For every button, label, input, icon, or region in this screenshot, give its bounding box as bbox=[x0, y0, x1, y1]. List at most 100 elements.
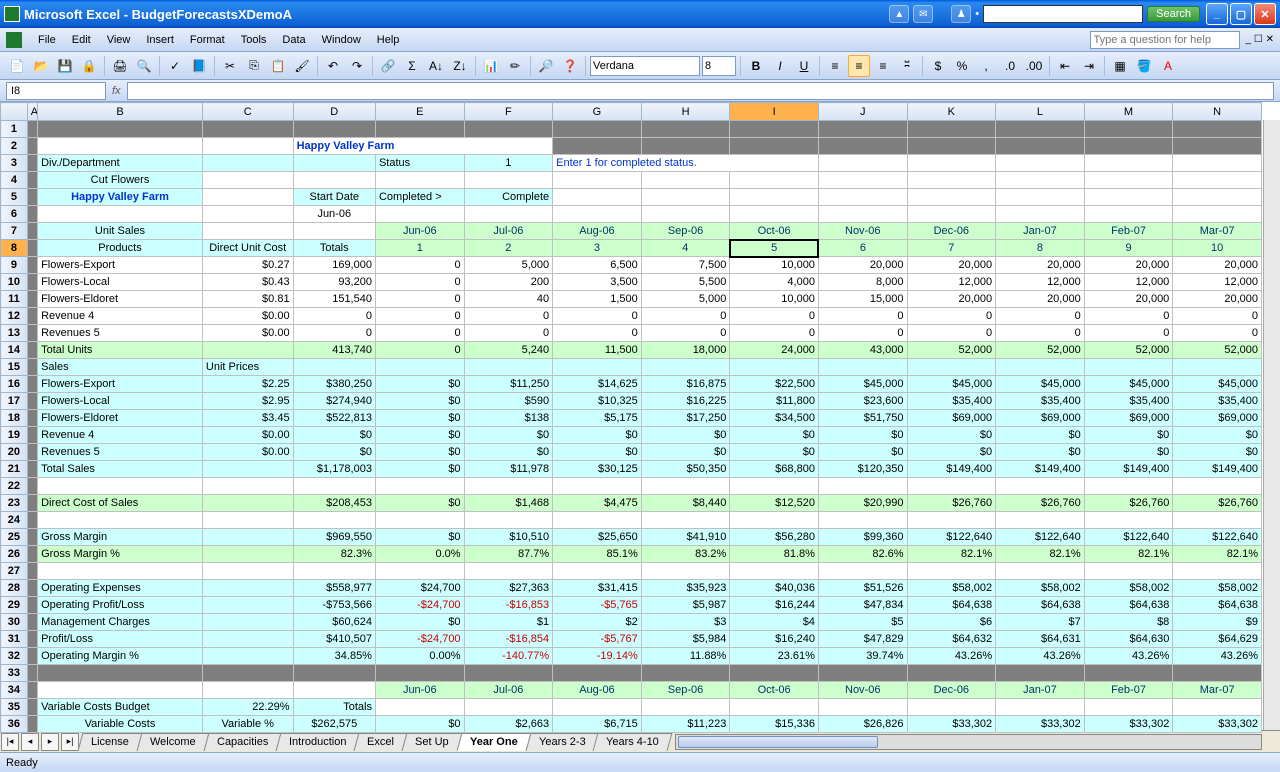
cell[interactable] bbox=[1173, 563, 1262, 580]
cell[interactable]: Variable Costs Budget bbox=[38, 699, 203, 716]
cell[interactable]: $8 bbox=[1084, 614, 1173, 631]
autosum-icon[interactable]: Σ bbox=[401, 55, 423, 77]
cell[interactable]: $26,826 bbox=[818, 716, 907, 733]
cell[interactable]: 2 bbox=[464, 240, 553, 257]
cell[interactable] bbox=[996, 121, 1085, 138]
cell[interactable] bbox=[375, 478, 464, 495]
cell[interactable] bbox=[27, 376, 37, 393]
cell[interactable]: 93,200 bbox=[293, 274, 375, 291]
cell[interactable]: Nov-06 bbox=[818, 682, 907, 699]
row-header[interactable]: 35 bbox=[1, 699, 28, 716]
cell[interactable]: $24,700 bbox=[375, 580, 464, 597]
cell[interactable]: Revenue 4 bbox=[38, 427, 203, 444]
cell[interactable]: $2.95 bbox=[202, 393, 293, 410]
cell[interactable]: $30,125 bbox=[553, 461, 642, 478]
cell[interactable]: 20,000 bbox=[1173, 257, 1262, 274]
cell[interactable] bbox=[27, 512, 37, 529]
cell[interactable]: $35,400 bbox=[907, 393, 996, 410]
sort-asc-icon[interactable]: A↓ bbox=[425, 55, 447, 77]
cell[interactable] bbox=[27, 478, 37, 495]
cell[interactable] bbox=[27, 206, 37, 223]
cell[interactable] bbox=[818, 563, 907, 580]
cell[interactable] bbox=[202, 342, 293, 359]
cell[interactable]: Nov-06 bbox=[818, 223, 907, 240]
header-cell[interactable]: I bbox=[730, 103, 819, 121]
font-size-combo[interactable] bbox=[702, 56, 736, 76]
cell[interactable] bbox=[202, 580, 293, 597]
cell[interactable]: 0 bbox=[996, 325, 1085, 342]
cell[interactable]: Flowers-Local bbox=[38, 393, 203, 410]
cell[interactable]: 6,500 bbox=[553, 257, 642, 274]
cell[interactable]: Products bbox=[38, 240, 203, 257]
cell[interactable]: $45,000 bbox=[1173, 376, 1262, 393]
header-cell[interactable]: J bbox=[818, 103, 907, 121]
cell[interactable]: $0 bbox=[375, 614, 464, 631]
cell[interactable]: $41,910 bbox=[641, 529, 730, 546]
cell[interactable]: $5 bbox=[818, 614, 907, 631]
cell[interactable]: $45,000 bbox=[907, 376, 996, 393]
cell[interactable] bbox=[1084, 478, 1173, 495]
cell[interactable] bbox=[553, 206, 642, 223]
cell[interactable]: $31,415 bbox=[553, 580, 642, 597]
cell[interactable]: $0 bbox=[730, 444, 819, 461]
cell[interactable]: $7 bbox=[996, 614, 1085, 631]
cell[interactable]: $1,468 bbox=[464, 495, 553, 512]
cell[interactable]: $1 bbox=[464, 614, 553, 631]
cell[interactable] bbox=[996, 665, 1085, 682]
cell[interactable]: $15,336 bbox=[730, 716, 819, 733]
cell[interactable]: $1,178,003 bbox=[293, 461, 375, 478]
cell[interactable]: 6 bbox=[818, 240, 907, 257]
cell[interactable]: $14,625 bbox=[553, 376, 642, 393]
cell[interactable] bbox=[907, 359, 996, 376]
cell[interactable]: 0 bbox=[464, 325, 553, 342]
cell[interactable] bbox=[27, 665, 37, 682]
cell[interactable]: 0 bbox=[375, 257, 464, 274]
cell[interactable] bbox=[1173, 155, 1262, 172]
cell[interactable] bbox=[730, 699, 819, 716]
cell[interactable] bbox=[553, 563, 642, 580]
cell[interactable]: $0 bbox=[1173, 444, 1262, 461]
cell[interactable]: 5 bbox=[730, 240, 819, 257]
cell[interactable] bbox=[553, 121, 642, 138]
cell[interactable]: 151,540 bbox=[293, 291, 375, 308]
header-cell[interactable]: M bbox=[1084, 103, 1173, 121]
cell[interactable]: 20,000 bbox=[907, 257, 996, 274]
cell[interactable] bbox=[818, 359, 907, 376]
cell[interactable] bbox=[38, 121, 203, 138]
cell[interactable]: 9 bbox=[1084, 240, 1173, 257]
cell[interactable]: Operating Profit/Loss bbox=[38, 597, 203, 614]
cell[interactable]: 169,000 bbox=[293, 257, 375, 274]
cell[interactable]: $33,302 bbox=[996, 716, 1085, 733]
cell[interactable]: 82.1% bbox=[1173, 546, 1262, 563]
cell[interactable]: $380,250 bbox=[293, 376, 375, 393]
cell[interactable] bbox=[730, 563, 819, 580]
cell[interactable]: 20,000 bbox=[818, 257, 907, 274]
cell[interactable] bbox=[641, 665, 730, 682]
cell[interactable]: $0 bbox=[375, 427, 464, 444]
cell[interactable] bbox=[818, 512, 907, 529]
sheet-tab[interactable]: Introduction bbox=[276, 733, 360, 751]
cell[interactable]: $47,834 bbox=[818, 597, 907, 614]
cell[interactable] bbox=[202, 206, 293, 223]
cell[interactable]: 52,000 bbox=[996, 342, 1085, 359]
cell[interactable]: $0 bbox=[375, 495, 464, 512]
cell[interactable] bbox=[641, 206, 730, 223]
cell[interactable]: 1 bbox=[375, 240, 464, 257]
italic-icon[interactable]: I bbox=[769, 55, 791, 77]
cell[interactable]: $10,510 bbox=[464, 529, 553, 546]
cell[interactable]: $35,400 bbox=[996, 393, 1085, 410]
cell[interactable]: $0 bbox=[375, 393, 464, 410]
cell[interactable]: Aug-06 bbox=[553, 682, 642, 699]
cell[interactable] bbox=[27, 529, 37, 546]
cell[interactable] bbox=[996, 359, 1085, 376]
cell[interactable]: Sep-06 bbox=[641, 223, 730, 240]
cell[interactable] bbox=[27, 631, 37, 648]
cell[interactable]: Sep-06 bbox=[641, 682, 730, 699]
row-header[interactable]: 20 bbox=[1, 444, 28, 461]
search-input[interactable] bbox=[983, 5, 1143, 23]
cell[interactable] bbox=[464, 512, 553, 529]
cell[interactable]: Flowers-Export bbox=[38, 257, 203, 274]
cell[interactable]: 83.2% bbox=[641, 546, 730, 563]
cell[interactable] bbox=[27, 257, 37, 274]
cell[interactable]: 0 bbox=[375, 274, 464, 291]
